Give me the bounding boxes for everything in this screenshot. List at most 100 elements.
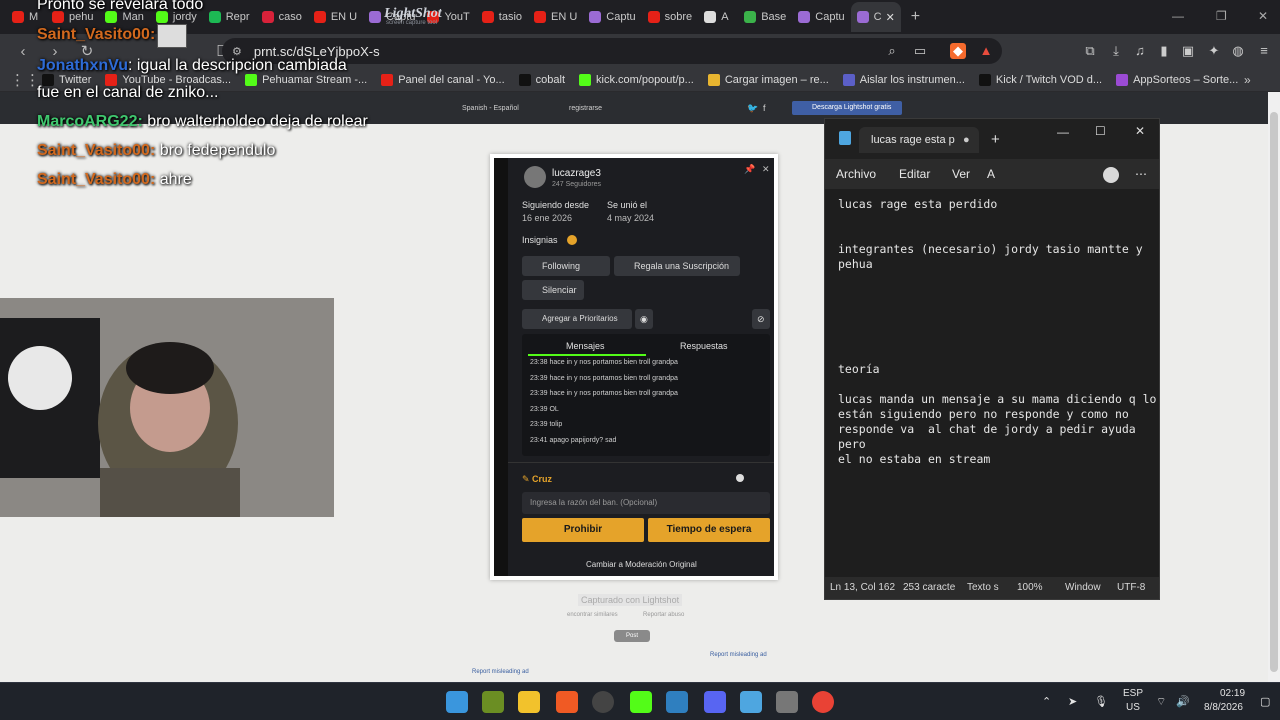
start-icon[interactable]: [446, 691, 468, 713]
more-bookmarks-icon[interactable]: »: [1244, 73, 1251, 87]
apps-icon[interactable]: ⋮⋮: [10, 71, 40, 89]
page-scrollbar-thumb[interactable]: [1270, 112, 1278, 672]
extensions-icon[interactable]: ⧉: [1082, 43, 1098, 59]
notepad-tab[interactable]: lucas rage esta p ●: [859, 127, 979, 153]
badge-icon: [567, 235, 577, 245]
zoom-icon[interactable]: ⌕: [884, 43, 900, 59]
menu-view[interactable]: Ver: [952, 167, 970, 181]
twitter-icon[interactable]: 🐦: [747, 103, 758, 114]
wallet-icon[interactable]: ▣: [1180, 43, 1196, 59]
account-avatar[interactable]: [1103, 167, 1119, 183]
brave-icon[interactable]: [556, 691, 578, 713]
browser-tab[interactable]: EN U: [308, 2, 363, 32]
gift-sub-label: Regala una Suscripción: [634, 261, 730, 271]
input-region[interactable]: US: [1126, 702, 1140, 713]
bookmark-label: Panel del canal - Yo...: [398, 73, 505, 86]
chat-line: JonathxnVu: igual la descripcion cambiad…: [37, 57, 347, 75]
bookmark-item[interactable]: cobalt: [518, 73, 565, 86]
report-ad-link[interactable]: Report misleading ad: [710, 652, 767, 658]
file-explorer-icon[interactable]: [518, 691, 540, 713]
notepad-text[interactable]: lucas rage esta perdido integrantes (nec…: [838, 197, 1159, 467]
notepad-maximize-icon[interactable]: ☐: [1095, 124, 1106, 138]
bookmark-item[interactable]: kick.com/popout/p...: [579, 73, 694, 86]
notepad-minimize-icon[interactable]: —: [1057, 125, 1069, 139]
browser-tab[interactable]: caso: [256, 2, 308, 32]
rewards-icon[interactable]: ▲: [978, 43, 994, 59]
report-abuse-link[interactable]: Reportar abuso: [643, 612, 684, 618]
language-selector[interactable]: Spanish - Español: [462, 105, 519, 112]
browser-tab[interactable]: Captu: [792, 2, 850, 32]
site-info-icon[interactable]: ⚙: [232, 45, 242, 58]
microphone-icon[interactable]: 🎙: [1094, 695, 1108, 708]
wifi-icon[interactable]: ⌔: [1156, 695, 1166, 709]
widgets-icon[interactable]: [482, 691, 504, 713]
status-zoom[interactable]: 100%: [1017, 582, 1043, 593]
format-icon[interactable]: A: [987, 167, 995, 181]
chrome-icon[interactable]: [812, 691, 834, 713]
browser-tab[interactable]: C ✕: [850, 2, 901, 32]
notepad-editor[interactable]: lucas rage esta perdido integrantes (nec…: [825, 189, 1159, 577]
menu-edit[interactable]: Editar: [899, 167, 930, 181]
download-icon[interactable]: ⤓: [1108, 43, 1124, 59]
facebook-icon[interactable]: f: [763, 103, 766, 113]
chat-line: fue en el canal de zniko...: [37, 84, 218, 102]
post-button[interactable]: Post: [614, 630, 650, 642]
bookmark-favicon-icon: [381, 73, 394, 86]
notepad-close-icon[interactable]: ✕: [1135, 124, 1145, 138]
bookmark-item[interactable]: AppSorteos – Sorte...: [1116, 73, 1238, 86]
bookmark-item[interactable]: Cargar imagen – re...: [707, 73, 829, 86]
clock-time[interactable]: 02:19: [1220, 688, 1245, 699]
bookmark-item[interactable]: Pehuamar Stream -...: [245, 73, 367, 86]
maximize-icon[interactable]: ❐: [1216, 9, 1227, 23]
following-since-value: 16 ene 2026: [522, 213, 573, 223]
tab-label: EN U: [551, 11, 578, 23]
menu-file[interactable]: Archivo: [836, 167, 876, 181]
kick-icon[interactable]: [630, 691, 652, 713]
tray-chevron-icon[interactable]: ⌃: [1042, 695, 1051, 708]
minimize-icon[interactable]: —: [1172, 9, 1184, 23]
download-lightshot-button[interactable]: Descarga Lightshot gratis: [792, 101, 902, 115]
profile-followers: 247 Seguidores: [552, 181, 602, 188]
bookmark-item[interactable]: Aislar los instrumen...: [842, 73, 965, 86]
new-tab-button[interactable]: +: [911, 8, 920, 26]
media-icon[interactable]: ♫: [1132, 43, 1148, 59]
find-similar-link[interactable]: encontrar similares: [567, 612, 618, 618]
browser-tab[interactable]: Base: [738, 2, 792, 32]
browser-tab[interactable]: Repr: [203, 2, 256, 32]
more-options-icon[interactable]: ⋯: [1135, 167, 1147, 181]
bookmark-item[interactable]: Panel del canal - Yo...: [381, 73, 505, 86]
vpn-icon[interactable]: ◍: [1230, 43, 1246, 59]
app-icon[interactable]: [666, 691, 688, 713]
notepad-icon[interactable]: [740, 691, 762, 713]
browser-tab[interactable]: Captu: [583, 2, 641, 32]
brave-shield-icon[interactable]: ◆: [950, 43, 966, 59]
browser-tab[interactable]: sobre: [642, 2, 699, 32]
settings-icon[interactable]: [776, 691, 798, 713]
back-icon[interactable]: ‹: [14, 43, 32, 60]
obs-icon[interactable]: [592, 691, 614, 713]
tab-close-icon[interactable]: ✕: [886, 11, 895, 24]
notepad-statusbar: Ln 13, Col 162 253 caracte Texto s 100% …: [825, 577, 1159, 599]
register-link[interactable]: registrarse: [569, 105, 602, 112]
volume-icon[interactable]: 🔊: [1176, 695, 1190, 708]
leo-icon[interactable]: ✦: [1206, 43, 1222, 59]
discord-icon[interactable]: [704, 691, 726, 713]
browser-tab[interactable]: EN U: [528, 2, 583, 32]
notepad-new-tab-button[interactable]: +: [991, 131, 1000, 148]
notifications-icon[interactable]: ▢: [1260, 695, 1270, 708]
clock-date[interactable]: 8/8/2026: [1204, 702, 1243, 713]
browser-tab[interactable]: tasio: [476, 2, 528, 32]
badges-label: Insignias: [522, 235, 558, 245]
joined-label: Se unió el: [607, 200, 648, 210]
silence-label: Silenciar: [542, 285, 577, 295]
menu-icon[interactable]: ≡: [1256, 43, 1272, 59]
close-icon[interactable]: ✕: [1258, 9, 1268, 23]
sidebar-icon[interactable]: ▮: [1156, 43, 1172, 59]
input-language[interactable]: ESP: [1123, 688, 1143, 699]
report-ad-link-2[interactable]: Report misleading ad: [472, 669, 529, 675]
bookmark-item[interactable]: Kick / Twitch VOD d...: [978, 73, 1102, 86]
cast-icon[interactable]: ▭: [912, 43, 928, 59]
browser-tab[interactable]: A: [698, 2, 738, 32]
tab-label: sobre: [664, 11, 693, 23]
tray-app-icon[interactable]: ➤: [1068, 695, 1077, 708]
